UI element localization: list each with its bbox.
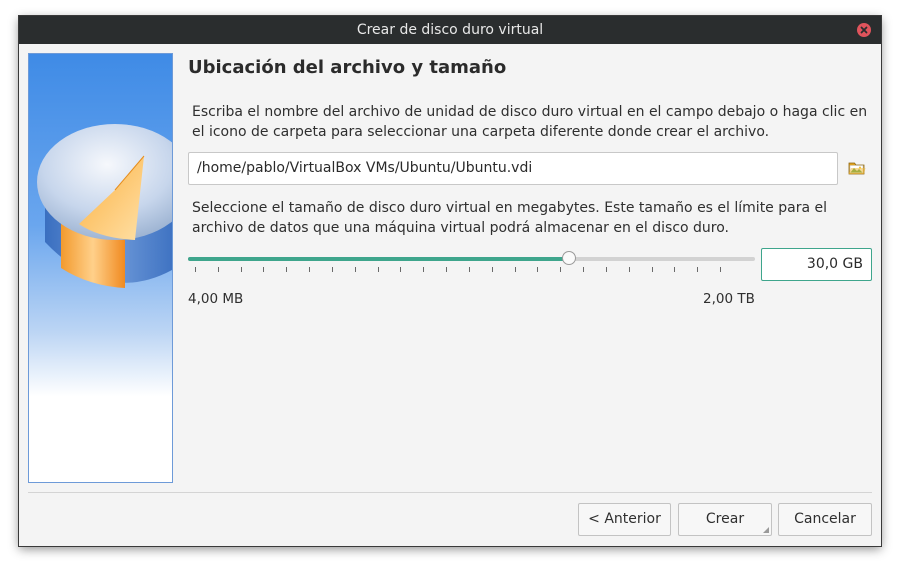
slider-tick <box>309 267 310 272</box>
slider-fill <box>188 257 569 261</box>
slider-tick <box>492 267 493 272</box>
window-title: Crear de disco duro virtual <box>356 22 544 38</box>
slider-min-label: 4,00 MB <box>188 291 244 307</box>
slider-tick <box>446 267 447 272</box>
slider-tick <box>423 267 424 272</box>
back-button[interactable]: < Anterior <box>578 503 671 536</box>
slider-tick <box>537 267 538 272</box>
folder-open-icon <box>848 162 866 175</box>
resize-grip-icon <box>763 527 769 533</box>
slider-tick <box>629 267 630 272</box>
slider-tick <box>218 267 219 272</box>
button-separator <box>28 492 872 493</box>
slider-tick <box>400 267 401 272</box>
slider-tick <box>674 267 675 272</box>
slider-tick <box>720 267 721 272</box>
slider-tick <box>583 267 584 272</box>
slider-max-label: 2,00 TB <box>703 291 755 307</box>
slider-tick <box>263 267 264 272</box>
size-description: Seleccione el tamaño de disco duro virtu… <box>192 200 827 236</box>
close-button[interactable] <box>857 23 871 37</box>
slider-tick <box>241 267 242 272</box>
slider-tick <box>355 267 356 272</box>
slider-tick <box>195 267 196 272</box>
slider-handle[interactable] <box>562 251 576 265</box>
location-description: Escriba el nombre del archivo de unidad … <box>192 104 868 140</box>
slider-tick <box>332 267 333 272</box>
create-button[interactable]: Crear <box>678 503 772 536</box>
slider-tick <box>606 267 607 272</box>
create-button-label: Crear <box>705 511 745 527</box>
slider-tick <box>515 267 516 272</box>
size-slider[interactable] <box>188 250 755 274</box>
slider-tick <box>697 267 698 272</box>
slider-tick <box>469 267 470 272</box>
slider-tick <box>560 267 561 272</box>
cancel-button[interactable]: Cancelar <box>778 503 872 536</box>
wizard-side-image <box>28 53 173 483</box>
title-bar: Crear de disco duro virtual <box>19 16 881 44</box>
hard-disk-illustration-icon <box>37 124 172 288</box>
dialog-window: Crear de disco duro virtual Ubicación de… <box>19 16 881 546</box>
choose-folder-button[interactable] <box>848 159 866 177</box>
page-title: Ubicación del archivo y tamaño <box>188 57 507 78</box>
slider-tick <box>286 267 287 272</box>
slider-tick <box>378 267 379 272</box>
close-icon <box>860 26 868 34</box>
slider-tick <box>652 267 653 272</box>
file-path-input[interactable]: /home/pablo/VirtualBox VMs/Ubuntu/Ubuntu… <box>188 152 838 185</box>
size-input[interactable]: 30,0 GB <box>761 248 872 281</box>
